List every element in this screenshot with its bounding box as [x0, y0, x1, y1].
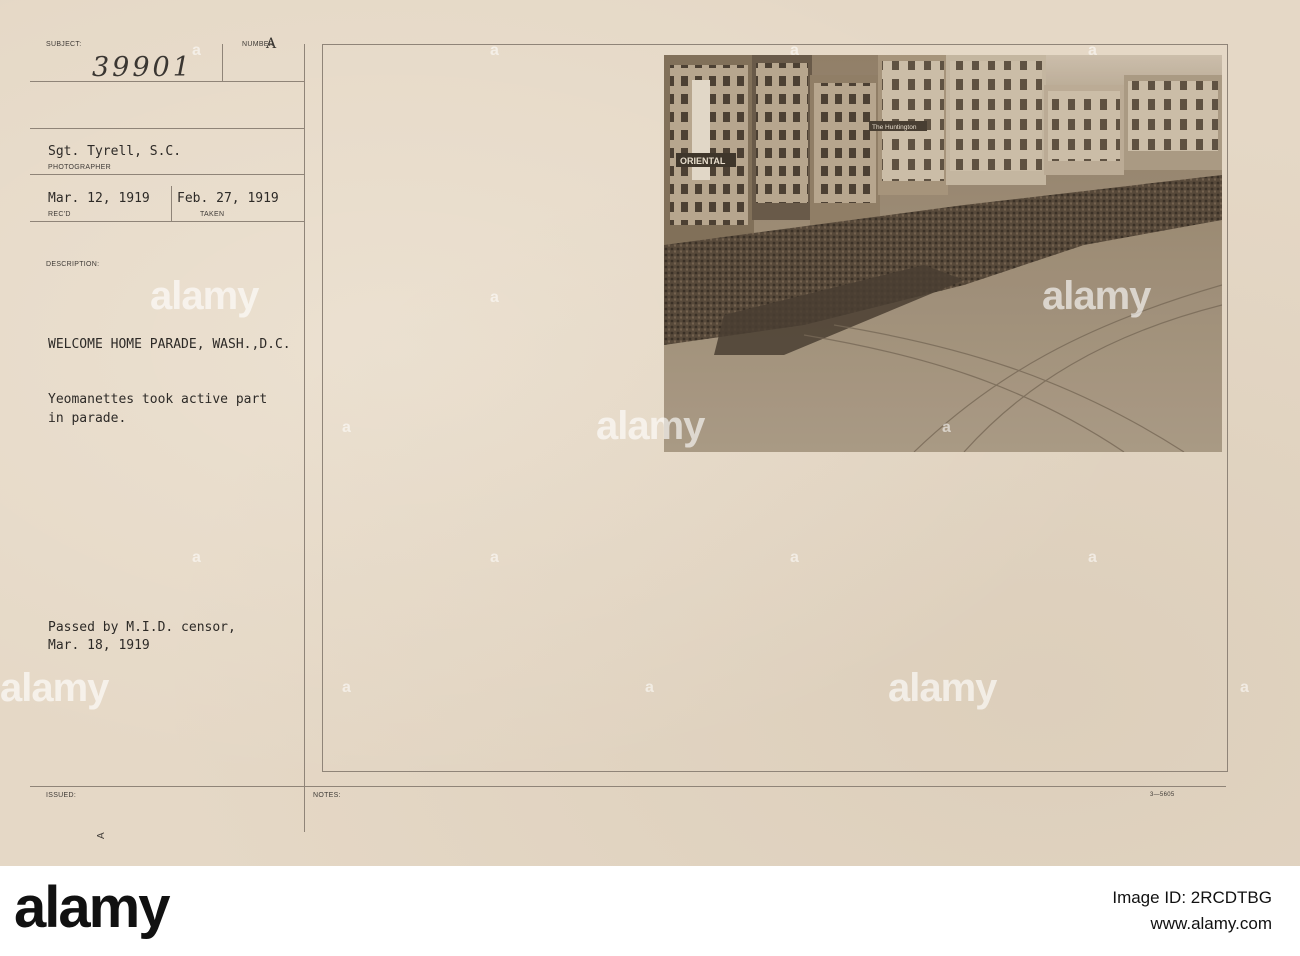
photographer-top-rule — [30, 128, 304, 129]
watermark: alamy — [150, 274, 259, 318]
dates-divider — [171, 186, 172, 221]
watermark: alamy — [596, 404, 705, 448]
description-line-2: in parade. — [48, 411, 127, 426]
dates-rule — [30, 221, 304, 222]
issued-label: ISSUED: — [46, 792, 77, 799]
watermark-pin: a — [342, 679, 351, 696]
censor-line-1: Passed by M.I.D. censor, — [48, 620, 236, 635]
watermark-pin: a — [490, 549, 499, 566]
form-number: 3—5605 — [1150, 792, 1175, 798]
watermark-pin: a — [1088, 549, 1097, 566]
watermark-pin: a — [490, 289, 499, 306]
watermark-pin: a — [790, 549, 799, 566]
subject-label: SUBJECT: — [46, 41, 82, 48]
corner-mark: A — [95, 832, 107, 839]
watermark-pin: a — [192, 549, 201, 566]
watermark: alamy — [1042, 274, 1151, 318]
photographer-name: Sgt. Tyrell, S.C. — [48, 144, 182, 159]
received-label: REC'D — [48, 211, 71, 218]
notes-label: NOTES: — [313, 792, 341, 799]
archive-card: SUBJECT: NUMBER A 39901 Sgt. Tyrell, S.C… — [0, 0, 1300, 866]
received-date: Mar. 12, 1919 — [48, 191, 150, 206]
number-divider — [222, 44, 223, 81]
photographer-rule — [30, 174, 304, 175]
left-column-divider — [304, 44, 305, 832]
watermark-pin: a — [490, 42, 499, 59]
watermark-pin: a — [645, 679, 654, 696]
watermark-pin: a — [790, 42, 799, 59]
photographer-label: PHOTOGRAPHER — [48, 164, 111, 171]
subject-number: 39901 — [92, 52, 193, 83]
alamy-logo: alamy — [14, 875, 170, 940]
censor-line-2: Mar. 18, 1919 — [48, 638, 150, 653]
description-title: WELCOME HOME PARADE, WASH.,D.C. — [48, 337, 291, 352]
number-mark: A — [266, 36, 277, 52]
issued-rule — [30, 786, 1226, 787]
taken-date: Feb. 27, 1919 — [177, 191, 279, 206]
watermark-pin: a — [1240, 679, 1249, 696]
parade-photograph: ORIENTAL The Huntington — [664, 55, 1222, 452]
watermark: alamy — [888, 666, 997, 710]
watermark-pin: a — [192, 42, 201, 59]
site-url: www.alamy.com — [1150, 914, 1272, 933]
stock-footer — [0, 866, 1300, 956]
watermark-pin: a — [342, 419, 351, 436]
image-id: Image ID: 2RCDTBG — [1112, 888, 1272, 907]
description-line-1: Yeomanettes took active part — [48, 392, 268, 407]
description-label: DESCRIPTION: — [46, 261, 100, 268]
watermark-pin: a — [1088, 42, 1097, 59]
taken-label: TAKEN — [200, 211, 225, 218]
watermark-pin: a — [942, 419, 951, 436]
watermark: alamy — [0, 666, 109, 710]
